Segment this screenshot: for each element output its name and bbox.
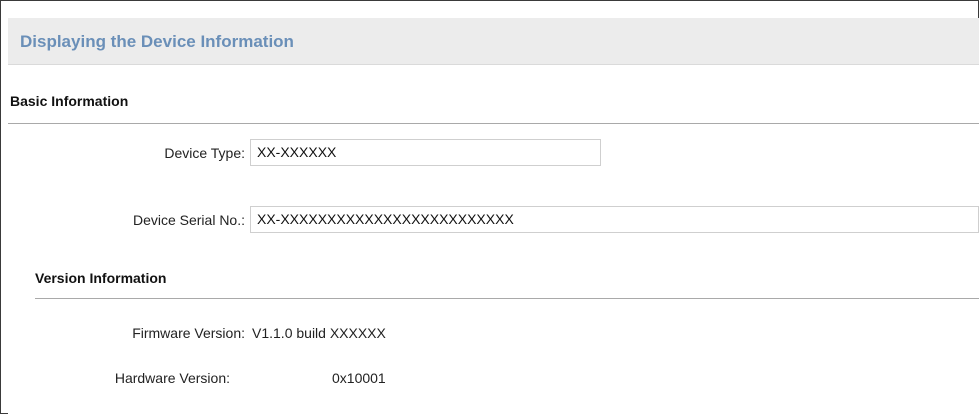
version-information-divider: [35, 298, 979, 299]
device-serial-label: Device Serial No.:: [132, 212, 245, 228]
device-type-label: Device Type:: [164, 145, 245, 161]
device-type-field[interactable]: XX-XXXXXX: [250, 139, 601, 166]
version-information-heading: Version Information: [35, 270, 167, 286]
panel-header: Displaying the Device Information: [8, 18, 979, 65]
hardware-version-value: 0x10001: [332, 370, 386, 386]
hardware-version-label: Hardware Version:: [114, 370, 230, 386]
page-title: Displaying the Device Information: [20, 32, 294, 51]
device-serial-field[interactable]: XX-XXXXXXXXXXXXXXXXXXXXXXXXX: [250, 206, 979, 233]
basic-information-divider: [8, 123, 979, 124]
firmware-version-value: V1.1.0 build XXXXXX: [252, 325, 386, 341]
basic-information-heading: Basic Information: [10, 93, 129, 109]
firmware-version-label: Firmware Version:: [132, 325, 245, 341]
device-info-panel: Displaying the Device Information Basic …: [8, 18, 979, 414]
